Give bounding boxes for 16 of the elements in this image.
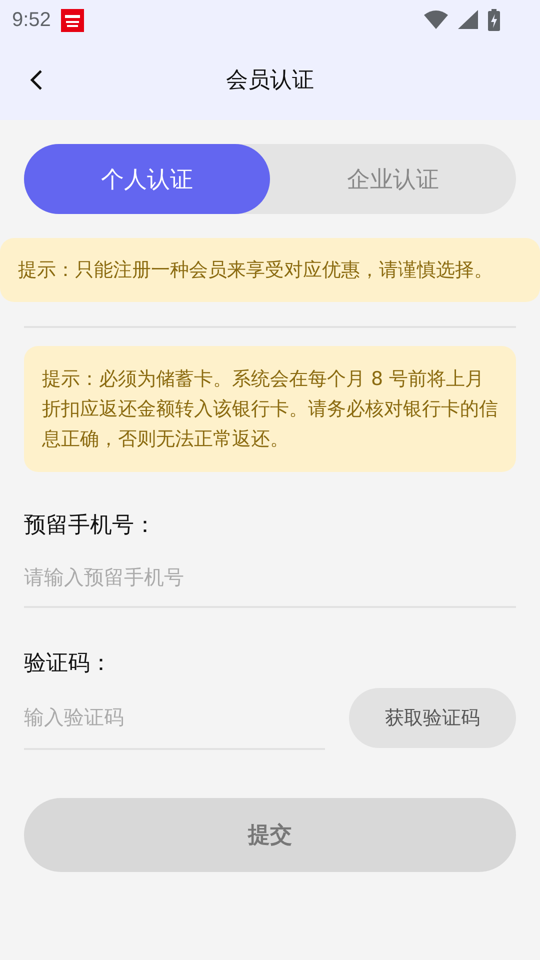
status-time: 9:52	[12, 8, 51, 32]
bank-notice-text: 提示：必须为储蓄卡。系统会在每个月 8 号前将上月折扣应返还金额转入该银行卡。请务必核对银行卡的信息正确，否则无法正常返还。	[24, 346, 516, 472]
code-input-field[interactable]: 输入验证码	[24, 686, 325, 750]
phone-input-field[interactable]: 请输入预留手机号	[24, 548, 516, 608]
signal-icon	[458, 10, 478, 30]
page-title: 会员认证	[226, 67, 314, 95]
app-icon	[60, 8, 84, 32]
wifi-icon	[424, 10, 448, 30]
tab[interactable]: 个人认证	[24, 144, 270, 214]
notice-text: 提示：只能注册一种会员来享受对应优惠，请谨慎选择。	[0, 238, 540, 302]
phone-label: 预留手机号：	[24, 512, 157, 540]
get-code-button[interactable]: 获取验证码	[349, 688, 516, 748]
tab[interactable]: 企业认证	[270, 144, 516, 214]
battery-icon	[488, 9, 500, 31]
code-label: 验证码：	[24, 650, 113, 678]
back-icon[interactable]	[29, 69, 43, 91]
